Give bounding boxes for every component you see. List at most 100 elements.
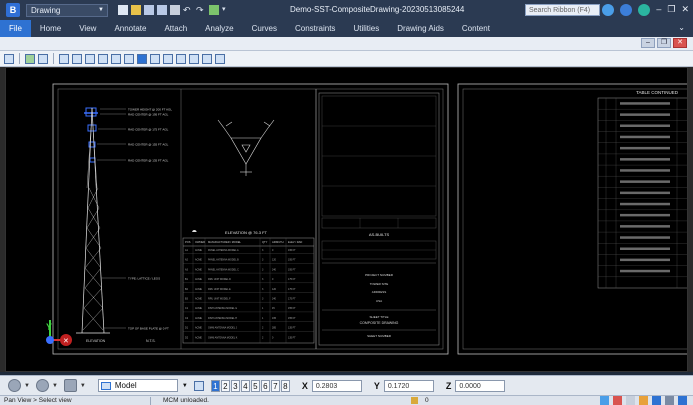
open-folder-icon[interactable] [131,5,141,15]
view-previous-icon[interactable] [150,53,160,64]
table-cell: DISH ANTENNA MODEL H [208,317,237,320]
globe-icon[interactable] [602,4,615,16]
redo-icon[interactable]: ↷ [196,5,206,15]
window-area-icon[interactable] [98,53,108,64]
restore-icon[interactable]: ❐ [667,4,675,16]
tab-attach[interactable]: Attach [155,20,196,37]
minimize-icon[interactable]: – [656,4,661,16]
view-button-8[interactable]: 8 [280,379,290,392]
y-coordinate-field[interactable]: 0.1720 [383,379,434,392]
title-bar: B Drawing ▼ ↶ ↷ ▾ Demo-SST-CompositeDraw… [0,0,693,20]
chevron-down-icon[interactable]: ▼ [80,383,86,389]
clip-mask-icon[interactable] [189,53,199,64]
view-button-2[interactable]: 2 [220,379,230,392]
tab-utilities[interactable]: Utilities [344,20,388,37]
forward-icon[interactable] [35,379,49,392]
project-label: TOWER SITE [370,282,389,286]
view-number-buttons: 1 2 3 4 5 6 7 8 [210,379,290,392]
chevron-down-icon[interactable]: ▼ [182,383,188,389]
help-icon[interactable] [620,4,633,16]
stop-icon[interactable] [613,396,622,405]
tab-view[interactable]: View [70,20,105,37]
table-header-cell: AZIMUTH [272,240,284,244]
view-button-6[interactable]: 6 [260,379,270,392]
ribbon-search-input[interactable]: Search Ribbon (F4) [525,4,600,16]
tab-curves[interactable]: Curves [243,20,286,37]
view-button-7[interactable]: 7 [270,379,280,392]
tab-analyze[interactable]: Analyze [196,20,242,37]
save-all-icon[interactable] [157,5,167,15]
design-file-icon[interactable] [639,396,648,405]
view-close-button[interactable]: ✕ [673,38,687,48]
level-display-icon[interactable] [38,53,48,64]
y-axis-label-icon: Y [46,322,52,332]
sheet-right: TABLE CONTINUED [457,83,687,355]
save-icon[interactable] [144,5,154,15]
back-icon[interactable] [8,379,21,392]
view-button-5[interactable]: 5 [250,379,260,392]
table-cell: RRU UNIT MODEL F [208,298,231,301]
callout-text: TOP OF BASE PLATE @ 0 FT [128,327,169,331]
folder-icon[interactable] [63,379,77,392]
tab-content[interactable]: Content [453,20,499,37]
view-groups-icon[interactable] [193,380,204,391]
project-number-label: PROJECT NUMBER [365,273,394,277]
view-button-1[interactable]: 1 [210,379,220,392]
snap-icon[interactable] [678,396,687,405]
chevron-down-icon[interactable]: ▼ [24,383,30,389]
view-button-4[interactable]: 4 [240,379,250,392]
display-style-icon[interactable] [25,53,35,64]
pin-icon[interactable] [209,5,219,15]
ribbon-expand-icon[interactable]: ⌄ [678,23,685,32]
new-file-icon[interactable] [118,5,128,15]
customize-icon[interactable]: ▾ [222,5,232,15]
table-row-placeholder [620,202,670,206]
camera-icon[interactable] [202,53,212,64]
print-icon[interactable] [170,5,180,15]
table-cell: ACME [195,288,202,291]
chevron-down-icon[interactable]: ▼ [52,383,58,389]
table-cell: 135 FT [288,327,296,330]
tab-drawing-aids[interactable]: Drawing Aids [388,20,453,37]
right-scrollbar[interactable] [688,67,693,372]
z-coordinate-field[interactable]: 0.0000 [455,379,506,392]
element-selection-icon[interactable] [600,396,609,405]
clip-volume-icon[interactable] [176,53,186,64]
tab-annotate[interactable]: Annotate [105,20,155,37]
drawing-canvas[interactable]: TOWER HEIGHT @ 200 FT AGL RAD CENTER @ 1… [5,67,688,372]
tab-home[interactable]: Home [31,20,70,37]
table-header-cell: QTY [262,240,268,244]
workspace-selector[interactable]: Drawing ▼ [26,3,108,17]
view-minimize-button[interactable]: – [641,38,655,48]
user-icon[interactable] [638,4,651,16]
tab-constraints[interactable]: Constraints [286,20,344,37]
table-row-placeholder [620,158,670,161]
zoom-in-icon[interactable] [72,53,82,64]
table-cell: 240 [272,268,277,271]
update-view-icon[interactable] [59,53,69,64]
x-coordinate-field[interactable]: 0.2803 [311,379,362,392]
view-layout-icon[interactable] [652,396,661,405]
lock-icon[interactable] [411,397,418,404]
undo-icon[interactable]: ↶ [183,5,193,15]
section-icon[interactable] [215,53,225,64]
model-selector[interactable]: Model [97,379,178,392]
view-next-icon[interactable] [163,53,173,64]
north-arrow-icon: ⯊ [192,229,197,236]
pan-view-icon[interactable] [137,53,147,64]
close-icon[interactable]: ✕ [681,4,689,16]
zoom-out-icon[interactable] [85,53,95,64]
view-restore-button[interactable]: ❐ [657,38,671,48]
view-attributes-icon[interactable] [4,53,14,64]
fit-view-icon[interactable] [111,53,121,64]
tab-file[interactable]: File [0,20,31,37]
notification-icon[interactable] [626,396,635,405]
rotate-view-icon[interactable] [124,53,134,64]
table-cell: 0 [272,249,274,252]
view-button-3[interactable]: 3 [230,379,240,392]
table-row-placeholder [620,102,670,105]
grid-icon[interactable] [665,396,674,405]
callout-text: RAD CENTER @ 135 FT AGL [128,159,169,163]
app-logo-icon[interactable]: B [6,3,20,17]
table-cell: DISH ANTENNA MODEL G [208,307,237,310]
